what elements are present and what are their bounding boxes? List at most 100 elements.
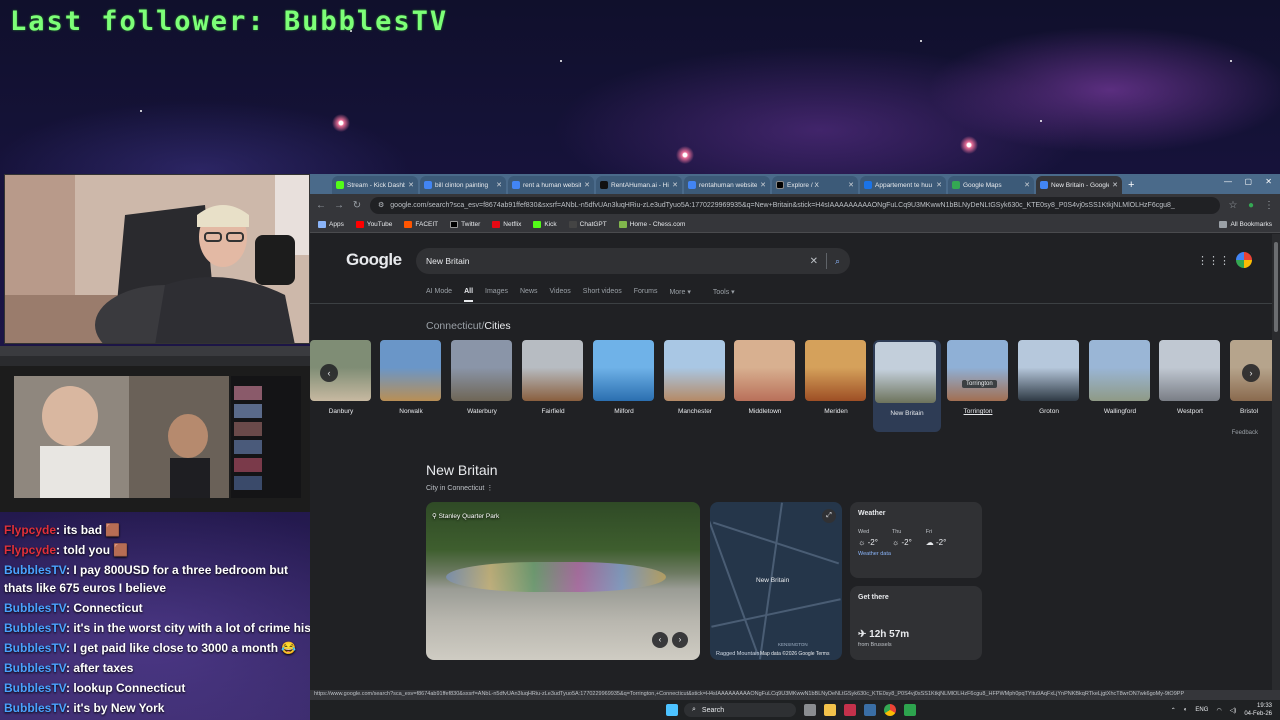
chevron-up-icon[interactable]: ⌃ bbox=[1171, 707, 1176, 714]
close-tab-icon[interactable]: ✕ bbox=[848, 181, 854, 189]
close-tab-icon[interactable]: ✕ bbox=[584, 181, 590, 189]
new-tab-button[interactable]: + bbox=[1124, 176, 1138, 194]
bookmark-kick[interactable]: Kick bbox=[533, 220, 557, 228]
city-card[interactable]: Groton bbox=[1018, 340, 1080, 415]
feedback-link[interactable]: Feedback bbox=[1232, 430, 1258, 436]
close-tab-icon[interactable]: ✕ bbox=[1024, 181, 1030, 189]
browser-tab[interactable]: bill clinton painting ✕ bbox=[420, 176, 506, 194]
close-tab-icon[interactable]: ✕ bbox=[496, 181, 502, 189]
address-bar[interactable]: ⚙ google.com/search?sca_esv=f8674ab91ffe… bbox=[370, 196, 1220, 214]
extension-icon[interactable]: ● bbox=[1246, 200, 1256, 211]
scrollbar-thumb[interactable] bbox=[1274, 242, 1278, 332]
tab-all[interactable]: All bbox=[464, 288, 474, 302]
bookmark-youtube[interactable]: YouTube bbox=[355, 220, 392, 228]
photo-next-button[interactable]: › bbox=[672, 632, 688, 648]
search-input[interactable]: New Britain bbox=[426, 256, 810, 266]
city-card-selected[interactable]: New Britain bbox=[873, 340, 941, 432]
city-card[interactable]: Westport bbox=[1159, 340, 1221, 415]
browser-tab[interactable]: Appartement te huu ✕ bbox=[860, 176, 946, 194]
clock[interactable]: 19:33 04-Feb-26 bbox=[1244, 702, 1272, 718]
chat-username: BubblesTV bbox=[4, 661, 67, 675]
weather-card[interactable]: Weather Wed ☼ -2° Thu ☼ -2° Fri ☁ -2° Weath… bbox=[850, 502, 982, 578]
bookmark-twitter[interactable]: Twitter bbox=[450, 220, 480, 228]
close-tab-icon[interactable]: ✕ bbox=[760, 181, 766, 189]
close-tab-icon[interactable]: ✕ bbox=[1112, 181, 1118, 189]
browser-tab-active[interactable]: New Britain - Google ✕ bbox=[1036, 176, 1122, 194]
expand-map-icon[interactable]: ⤢ bbox=[822, 509, 836, 523]
network-icon[interactable]: ◐ bbox=[1184, 707, 1188, 713]
city-card[interactable]: Fairfield bbox=[522, 340, 584, 415]
bookmark-faceit[interactable]: FACEIT bbox=[404, 220, 438, 228]
weather-data-link[interactable]: Weather data bbox=[858, 551, 974, 557]
forward-icon[interactable]: → bbox=[334, 200, 344, 211]
browser-tab[interactable]: Stream - Kick Dashbo ✕ bbox=[332, 176, 418, 194]
tab-tools[interactable]: Tools ▾ bbox=[713, 288, 735, 302]
windows-start-icon[interactable] bbox=[666, 704, 678, 716]
tab-forums[interactable]: Forums bbox=[634, 288, 658, 302]
get-there-card[interactable]: Get there ✈ 12h 57m from Brussels bbox=[850, 586, 982, 660]
chatgpt-icon bbox=[568, 220, 577, 228]
city-card[interactable]: Milford bbox=[593, 340, 655, 415]
breadcrumb-parent[interactable]: Connecticut bbox=[426, 320, 481, 332]
page-scrollbar[interactable] bbox=[1272, 234, 1280, 690]
tab-more[interactable]: More ▾ bbox=[669, 288, 690, 302]
carousel-next-button[interactable]: › bbox=[1242, 364, 1260, 382]
close-window-icon[interactable]: ✕ bbox=[1265, 177, 1272, 186]
avatar[interactable] bbox=[1236, 252, 1252, 268]
search-box[interactable]: New Britain ✕ ⌕ bbox=[416, 248, 850, 274]
browser-tab[interactable]: Explore / X ✕ bbox=[772, 176, 858, 194]
browser-tab[interactable]: RentAHuman.ai - Hir ✕ bbox=[596, 176, 682, 194]
app-icon[interactable] bbox=[904, 704, 916, 716]
map-thumbnail[interactable]: ⤢ New Britain KENSINGTON Ragged Mountain… bbox=[710, 502, 842, 660]
browser-tab[interactable]: rent a human websit ✕ bbox=[508, 176, 594, 194]
minimize-icon[interactable]: — bbox=[1224, 177, 1232, 186]
folder-icon bbox=[1219, 220, 1228, 228]
city-card[interactable]: Torrington bbox=[947, 340, 1009, 415]
city-card[interactable]: Manchester bbox=[664, 340, 726, 415]
back-icon[interactable]: ← bbox=[316, 200, 326, 211]
clear-icon[interactable]: ✕ bbox=[810, 256, 818, 267]
app-icon[interactable] bbox=[844, 704, 856, 716]
city-card[interactable]: Meriden bbox=[805, 340, 867, 415]
taskbar-search[interactable]: ⌕ Search bbox=[684, 703, 796, 717]
menu-dots-icon[interactable]: ⋮ bbox=[1264, 200, 1274, 211]
browser-tab[interactable]: rentahuman website ✕ bbox=[684, 176, 770, 194]
volume-icon[interactable]: ◁) bbox=[1230, 707, 1237, 714]
close-tab-icon[interactable]: ✕ bbox=[672, 181, 678, 189]
reload-icon[interactable]: ↻ bbox=[352, 200, 362, 211]
carousel-prev-button[interactable]: ‹ bbox=[320, 364, 338, 382]
city-photo[interactable]: ⚲ Stanley Quarter Park ‹ › bbox=[426, 502, 700, 660]
maximize-icon[interactable]: ▢ bbox=[1244, 177, 1252, 186]
tab-videos[interactable]: Videos bbox=[550, 288, 571, 302]
browser-tab[interactable]: Google Maps ✕ bbox=[948, 176, 1034, 194]
chrome-icon[interactable] bbox=[884, 704, 896, 716]
file-explorer-icon[interactable] bbox=[824, 704, 836, 716]
city-card[interactable]: Wallingford bbox=[1089, 340, 1151, 415]
city-card[interactable]: Norwalk bbox=[380, 340, 442, 415]
language-indicator[interactable]: ENG bbox=[1195, 707, 1208, 713]
task-view-icon[interactable] bbox=[804, 704, 816, 716]
search-icon[interactable]: ⌕ bbox=[835, 256, 840, 267]
bookmark-apps[interactable]: Apps bbox=[318, 220, 344, 228]
city-card[interactable]: Middletown bbox=[734, 340, 796, 415]
more-options-icon[interactable]: ⋮ bbox=[486, 485, 493, 492]
tab-news[interactable]: News bbox=[520, 288, 538, 302]
site-info-icon[interactable]: ⚙ bbox=[378, 201, 384, 209]
photo-prev-button[interactable]: ‹ bbox=[652, 632, 668, 648]
bookmark-star-icon[interactable]: ☆ bbox=[1228, 200, 1238, 211]
steam-icon[interactable] bbox=[864, 704, 876, 716]
bookmark-chatgpt[interactable]: ChatGPT bbox=[568, 220, 607, 228]
google-apps-icon[interactable]: ⋮⋮⋮ bbox=[1197, 254, 1230, 267]
all-bookmarks[interactable]: All Bookmarks bbox=[1219, 220, 1272, 228]
tab-short-videos[interactable]: Short videos bbox=[583, 288, 622, 302]
tab-ai-mode[interactable]: AI Mode bbox=[426, 288, 452, 302]
bookmark-netflix[interactable]: Netflix bbox=[492, 220, 521, 228]
city-card[interactable]: Waterbury bbox=[451, 340, 513, 415]
tab-images[interactable]: Images bbox=[485, 288, 508, 302]
city-card[interactable]: Danbury bbox=[310, 340, 372, 415]
wifi-icon[interactable]: ◠ bbox=[1216, 707, 1221, 714]
close-tab-icon[interactable]: ✕ bbox=[408, 181, 414, 189]
close-tab-icon[interactable]: ✕ bbox=[936, 181, 942, 189]
bookmark-chess[interactable]: Home - Chess.com bbox=[618, 220, 685, 228]
google-logo[interactable]: Google bbox=[346, 250, 402, 270]
